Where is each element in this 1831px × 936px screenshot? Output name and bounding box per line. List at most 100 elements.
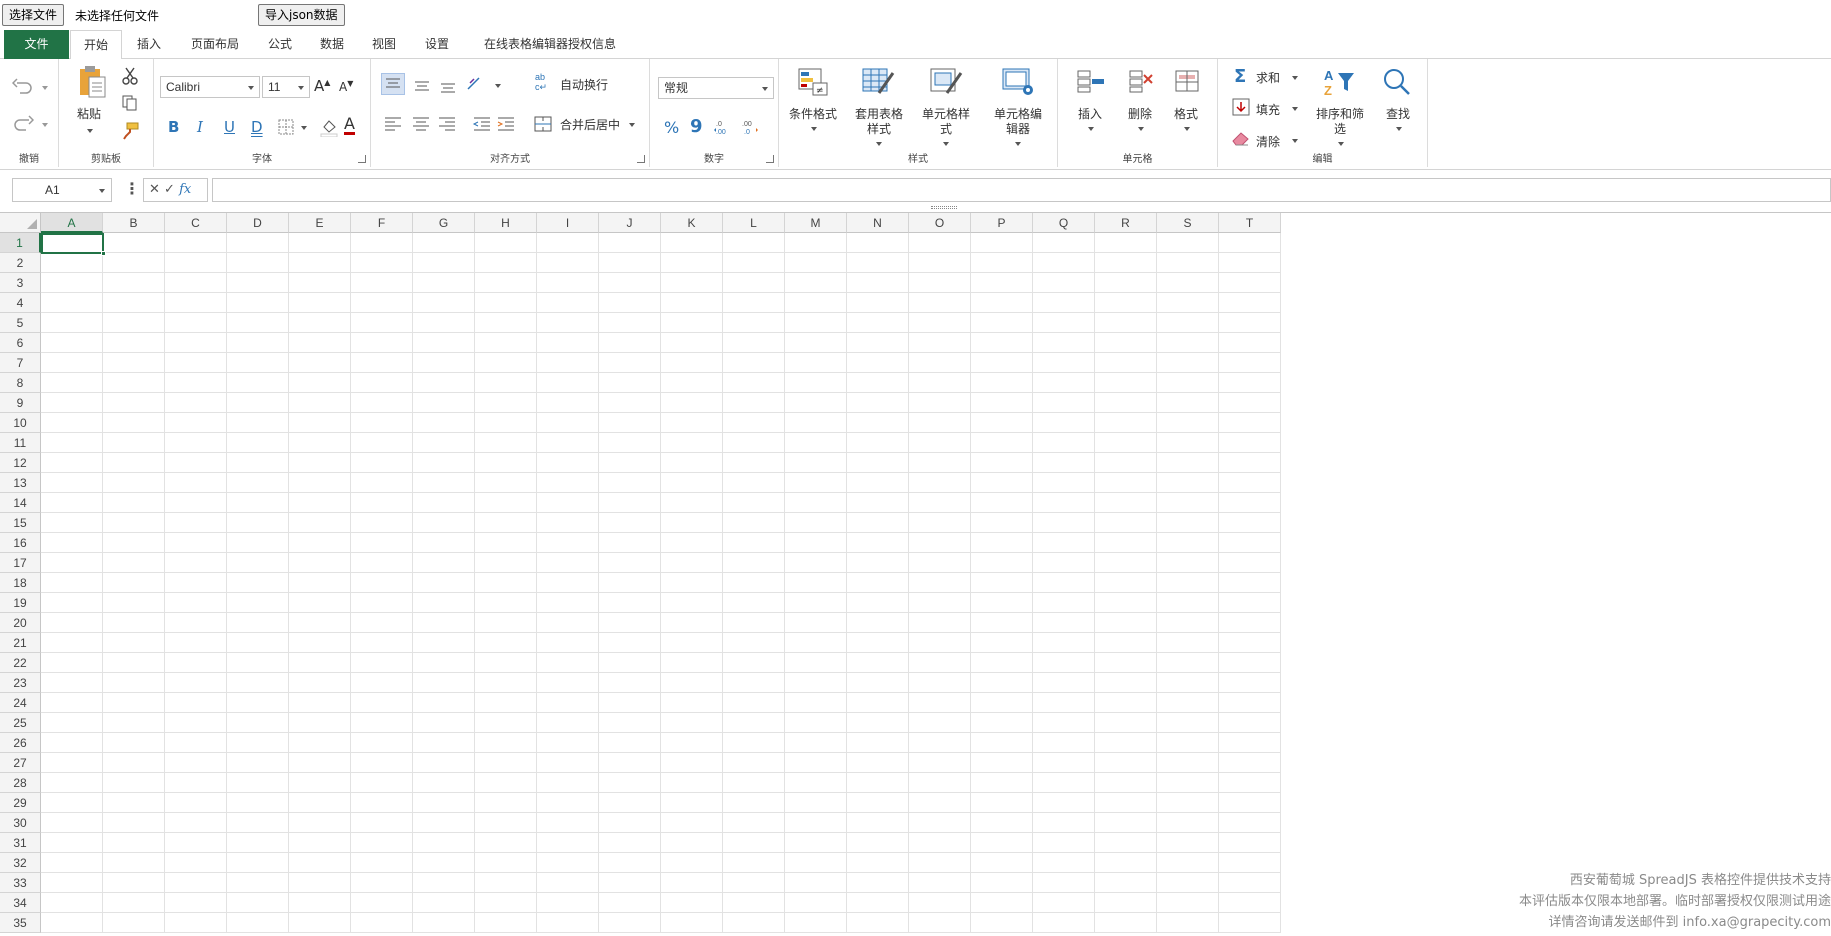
function-icon[interactable]: fx [179, 182, 191, 197]
column-header-t[interactable]: T [1219, 213, 1281, 233]
number-format-select[interactable]: 常规 [658, 77, 774, 99]
merge-center-icon[interactable] [534, 115, 552, 136]
row-header-35[interactable]: 35 [0, 913, 41, 933]
font-name-select[interactable]: Calibri [160, 76, 260, 98]
align-middle-icon[interactable] [411, 75, 433, 98]
row-header-10[interactable]: 10 [0, 413, 41, 433]
column-header-n[interactable]: N [847, 213, 909, 233]
row-header-15[interactable]: 15 [0, 513, 41, 533]
border-icon[interactable] [278, 119, 294, 138]
format-painter-icon[interactable] [121, 122, 139, 143]
delete-cells-label[interactable]: 删除 [1120, 107, 1160, 122]
column-header-o[interactable]: O [909, 213, 971, 233]
comma-button[interactable]: 9 [690, 116, 703, 137]
autosum-dropdown-icon[interactable] [1292, 76, 1298, 80]
name-box-dropdown-icon[interactable] [99, 189, 105, 193]
row-header-25[interactable]: 25 [0, 713, 41, 733]
align-right-icon[interactable] [437, 115, 457, 136]
cell-editor-label[interactable]: 单元格编 辑器 [987, 107, 1049, 137]
more-options-icon[interactable]: ⋮ [124, 179, 140, 198]
row-header-24[interactable]: 24 [0, 693, 41, 713]
cell-area[interactable] [41, 233, 1281, 933]
row-header-34[interactable]: 34 [0, 893, 41, 913]
column-header-i[interactable]: I [537, 213, 599, 233]
row-header-18[interactable]: 18 [0, 573, 41, 593]
autosum-icon[interactable]: Σ [1234, 66, 1246, 87]
decrease-font-icon[interactable]: A▼ [339, 79, 353, 94]
row-header-29[interactable]: 29 [0, 793, 41, 813]
cell-editor-dropdown-icon[interactable] [1015, 142, 1021, 146]
column-header-d[interactable]: D [227, 213, 289, 233]
tab-license-info[interactable]: 在线表格编辑器授权信息 [470, 30, 630, 59]
row-header-13[interactable]: 13 [0, 473, 41, 493]
row-header-2[interactable]: 2 [0, 253, 41, 273]
table-style-dropdown-icon[interactable] [876, 142, 882, 146]
row-header-19[interactable]: 19 [0, 593, 41, 613]
cell-style-label[interactable]: 单元格样式 [917, 107, 975, 137]
font-size-select[interactable]: 11 [262, 76, 310, 98]
row-header-21[interactable]: 21 [0, 633, 41, 653]
orientation-dropdown-icon[interactable] [495, 84, 501, 88]
row-header-28[interactable]: 28 [0, 773, 41, 793]
font-launcher-icon[interactable] [358, 155, 366, 163]
clear-label[interactable]: 清除 [1256, 133, 1280, 150]
delete-cells-icon[interactable] [1126, 69, 1156, 96]
tab-formulas[interactable]: 公式 [259, 30, 301, 59]
orientation-icon[interactable] [465, 75, 485, 96]
row-header-27[interactable]: 27 [0, 753, 41, 773]
column-header-s[interactable]: S [1157, 213, 1219, 233]
column-header-j[interactable]: J [599, 213, 661, 233]
align-left-icon[interactable] [383, 115, 403, 136]
conditional-format-icon[interactable]: ≠ [797, 67, 829, 100]
sort-filter-dropdown-icon[interactable] [1338, 142, 1344, 146]
align-bottom-icon[interactable] [437, 75, 459, 98]
autosum-label[interactable]: 求和 [1256, 69, 1280, 86]
increase-indent-icon[interactable] [496, 115, 516, 136]
format-cells-dropdown-icon[interactable] [1184, 127, 1190, 131]
clear-dropdown-icon[interactable] [1292, 139, 1298, 143]
row-header-20[interactable]: 20 [0, 613, 41, 633]
increase-decimal-icon[interactable]: .0.00 [713, 118, 733, 139]
bold-button[interactable]: B [168, 118, 179, 136]
tab-insert[interactable]: 插入 [128, 30, 170, 59]
row-header-7[interactable]: 7 [0, 353, 41, 373]
increase-font-icon[interactable]: A▲ [314, 77, 330, 95]
undo-dropdown-icon[interactable] [42, 86, 48, 90]
insert-cells-dropdown-icon[interactable] [1088, 127, 1094, 131]
fill-dropdown-icon[interactable] [1292, 107, 1298, 111]
column-header-b[interactable]: B [103, 213, 165, 233]
insert-cells-icon[interactable] [1076, 69, 1106, 96]
row-header-14[interactable]: 14 [0, 493, 41, 513]
number-launcher-icon[interactable] [766, 155, 774, 163]
tab-home[interactable]: 开始 [70, 30, 122, 60]
row-header-6[interactable]: 6 [0, 333, 41, 353]
row-header-26[interactable]: 26 [0, 733, 41, 753]
conditional-format-dropdown-icon[interactable] [811, 127, 817, 131]
choose-file-button[interactable]: 选择文件 [2, 4, 65, 26]
row-header-1[interactable]: 1 [0, 233, 41, 253]
row-header-16[interactable]: 16 [0, 533, 41, 553]
column-header-q[interactable]: Q [1033, 213, 1095, 233]
font-color-icon[interactable]: A [344, 116, 355, 135]
row-header-4[interactable]: 4 [0, 293, 41, 313]
double-underline-button[interactable]: D [251, 118, 263, 136]
delete-cells-dropdown-icon[interactable] [1138, 127, 1144, 131]
row-header-8[interactable]: 8 [0, 373, 41, 393]
column-header-r[interactable]: R [1095, 213, 1157, 233]
decrease-indent-icon[interactable] [472, 115, 492, 136]
find-label[interactable]: 查找 [1378, 107, 1418, 122]
tab-data[interactable]: 数据 [311, 30, 353, 59]
fill-label[interactable]: 填充 [1256, 101, 1280, 118]
column-header-f[interactable]: F [351, 213, 413, 233]
format-cells-icon[interactable] [1174, 69, 1204, 96]
column-header-k[interactable]: K [661, 213, 723, 233]
redo-icon[interactable] [12, 114, 35, 135]
merge-dropdown-icon[interactable] [629, 123, 635, 127]
format-cells-label[interactable]: 格式 [1166, 107, 1206, 122]
row-header-17[interactable]: 17 [0, 553, 41, 573]
column-header-c[interactable]: C [165, 213, 227, 233]
fill-handle[interactable] [101, 251, 106, 256]
row-header-31[interactable]: 31 [0, 833, 41, 853]
wrap-text-label[interactable]: 自动换行 [560, 76, 608, 93]
column-header-e[interactable]: E [289, 213, 351, 233]
